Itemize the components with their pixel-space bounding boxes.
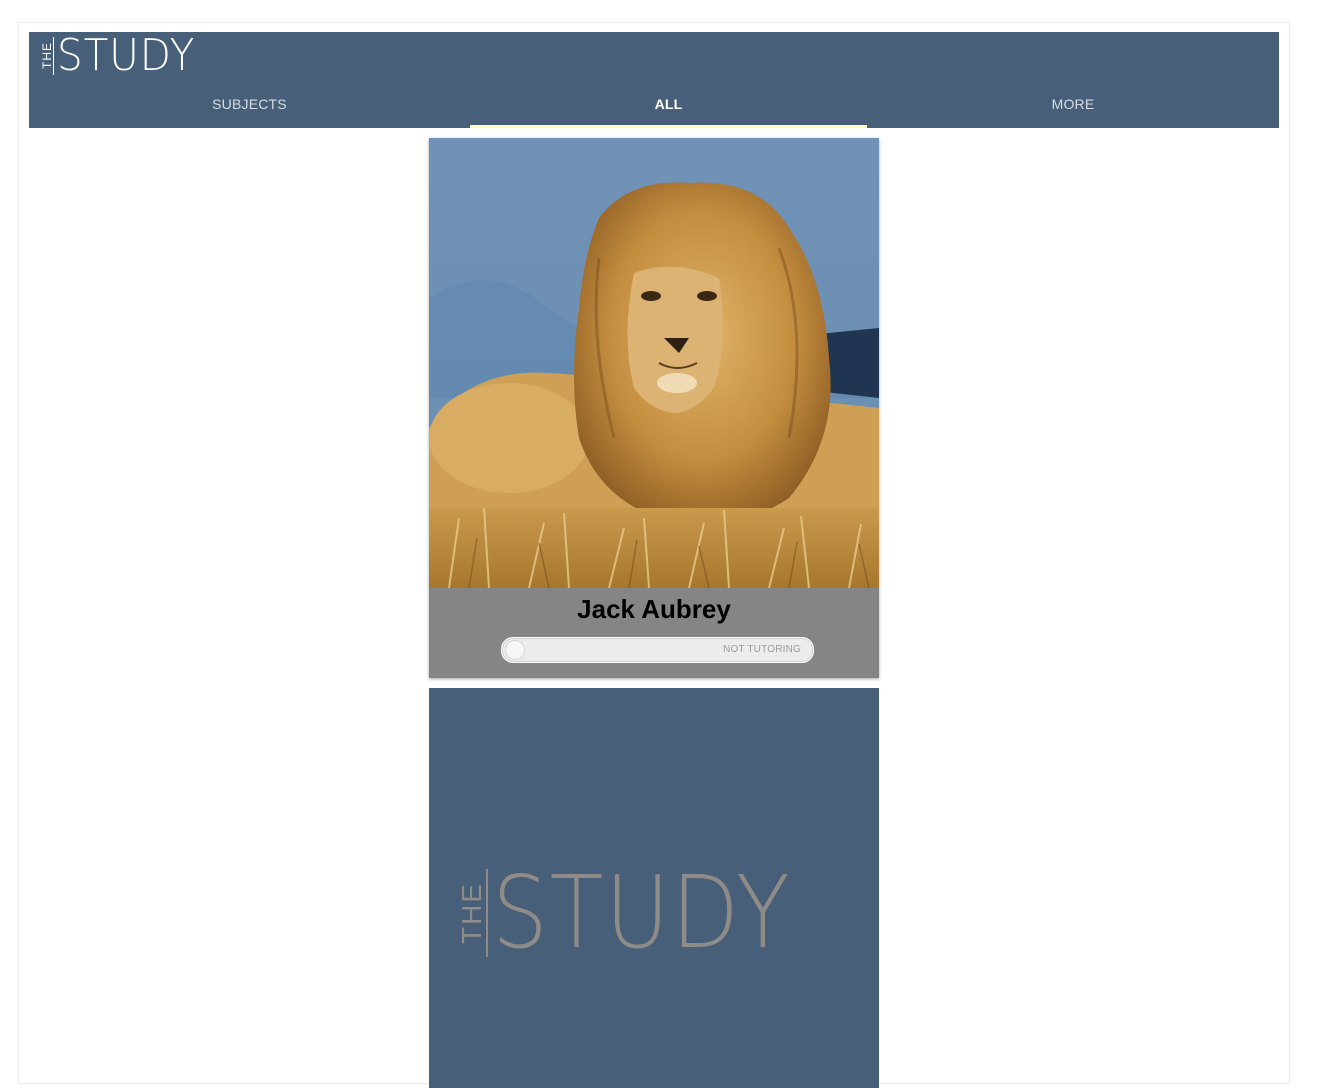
main-tabs: SUBJECTS ALL MORE bbox=[29, 88, 1279, 128]
the-study-placeholder-logo: THE STUDY bbox=[454, 863, 832, 963]
tutor-card-placeholder[interactable]: THE STUDY bbox=[429, 688, 879, 1088]
placeholder-study-text: STUDY bbox=[492, 854, 792, 971]
tutor-card[interactable]: Jack Aubrey NOT TUTORING bbox=[429, 138, 879, 678]
app-header: THE STUDY SUBJECTS ALL MORE bbox=[29, 32, 1279, 128]
the-study-logo[interactable]: THE STUDY bbox=[39, 30, 207, 81]
tutoring-status-label: NOT TUTORING bbox=[723, 644, 801, 655]
tab-subjects[interactable]: SUBJECTS bbox=[29, 88, 470, 128]
tutor-name: Jack Aubrey bbox=[577, 594, 731, 624]
tab-all[interactable]: ALL bbox=[470, 88, 867, 128]
toggle-knob[interactable] bbox=[505, 640, 525, 660]
logo-the-text: THE bbox=[39, 37, 54, 75]
placeholder-the-text: THE bbox=[454, 869, 488, 957]
tab-more[interactable]: MORE bbox=[867, 88, 1279, 128]
tutoring-status-toggle[interactable]: NOT TUTORING bbox=[501, 637, 814, 663]
lion-photo bbox=[429, 138, 879, 588]
logo-study-text: STUDY bbox=[57, 30, 196, 81]
